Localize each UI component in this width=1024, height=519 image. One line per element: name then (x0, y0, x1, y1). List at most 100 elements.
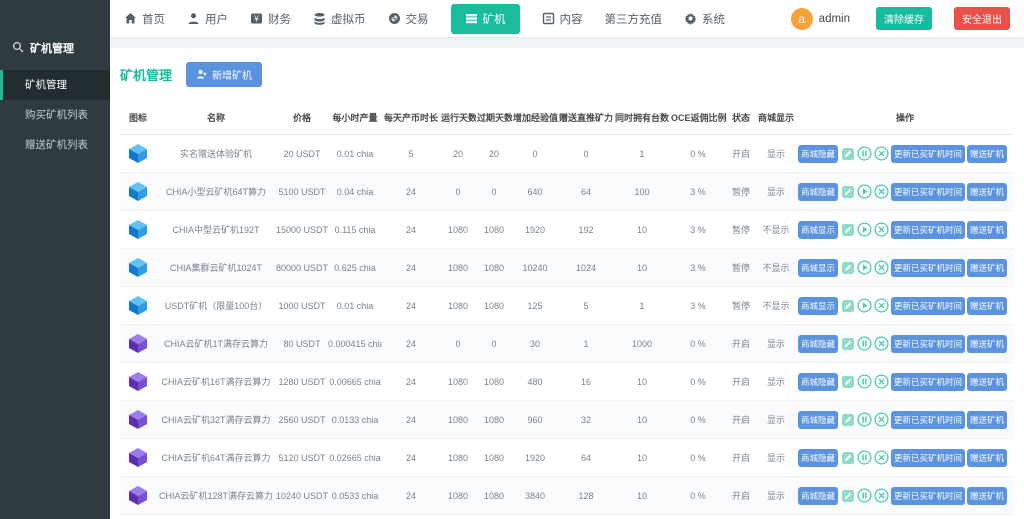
add-miner-button[interactable]: 新增矿机 (186, 62, 262, 87)
max-owned-count: 10 (614, 211, 670, 249)
mall-toggle-button[interactable]: 商城隐藏 (798, 373, 838, 391)
edit-icon[interactable] (840, 260, 855, 275)
nav-item-users[interactable]: 用户 (187, 11, 228, 27)
mall-toggle-button[interactable]: 商城隐藏 (798, 411, 838, 429)
pause-button[interactable] (857, 450, 872, 465)
update-bought-time-button[interactable]: 更新已买矿机时间 (891, 411, 965, 429)
sidebar-item-2[interactable]: 赠送矿机列表 (0, 130, 110, 160)
update-bought-time-button[interactable]: 更新已买矿机时间 (891, 145, 965, 163)
play-button[interactable] (857, 184, 872, 199)
miner-table-body: 实名赠送体验矿机 20 USDT 0.01 chia 5 20 20 0 0 1… (120, 135, 1014, 519)
miner-price: 1000 USDT (276, 287, 328, 325)
edit-icon[interactable] (840, 450, 855, 465)
play-button[interactable] (857, 222, 872, 237)
daily-mining-hours: 24 (382, 211, 440, 249)
table-row: CHIA云矿机1T满存云算力 80 USDT 0.000415 chia 24 … (120, 325, 1014, 363)
sidebar-item-0[interactable]: 矿机管理 (0, 70, 110, 100)
nav-item-finance[interactable]: ¥ 财务 (250, 11, 291, 27)
mall-toggle-button[interactable]: 商城隐藏 (798, 335, 838, 353)
edit-icon[interactable] (840, 336, 855, 351)
gift-miner-button[interactable]: 赠送矿机 (967, 411, 1007, 429)
gift-miner-button[interactable]: 赠送矿机 (967, 145, 1007, 163)
gift-miner-button[interactable]: 赠送矿机 (967, 449, 1007, 467)
delete-icon[interactable] (874, 450, 889, 465)
gift-miner-button[interactable]: 赠送矿机 (967, 183, 1007, 201)
edit-icon[interactable] (840, 184, 855, 199)
max-owned-count: 10 (614, 363, 670, 401)
update-bought-time-button[interactable]: 更新已买矿机时间 (891, 373, 965, 391)
mall-toggle-button[interactable]: 商城隐藏 (798, 145, 838, 163)
run-days: 1080 (440, 211, 476, 249)
nav-item-home[interactable]: 首页 (124, 11, 165, 27)
miner-price: 80000 USDT (276, 249, 328, 287)
pause-button[interactable] (857, 412, 872, 427)
edit-icon[interactable] (840, 374, 855, 389)
column-header-9: 同时拥有台数 (614, 101, 670, 135)
expire-days: 1080 (476, 287, 512, 325)
mall-toggle-button[interactable]: 商城显示 (798, 259, 838, 277)
edit-icon[interactable] (840, 488, 855, 503)
run-days: 0 (440, 173, 476, 211)
mall-toggle-button[interactable]: 商城显示 (798, 297, 838, 315)
sidebar-menu: 矿机管理购买矿机列表赠送矿机列表 (0, 70, 110, 160)
pause-button[interactable] (857, 146, 872, 161)
mall-toggle-button[interactable]: 商城隐藏 (798, 183, 838, 201)
update-bought-time-button[interactable]: 更新已买矿机时间 (891, 259, 965, 277)
sidebar-header-label: 矿机管理 (30, 40, 74, 56)
sidebar-item-1[interactable]: 购买矿机列表 (0, 100, 110, 130)
update-bought-time-button[interactable]: 更新已买矿机时间 (891, 297, 965, 315)
expire-days: 1080 (476, 363, 512, 401)
nav-item-trade[interactable]: 交易 (388, 11, 429, 27)
update-bought-time-button[interactable]: 更新已买矿机时间 (891, 183, 965, 201)
gift-miner-button[interactable]: 赠送矿机 (967, 373, 1007, 391)
play-button[interactable] (857, 260, 872, 275)
user-chip[interactable]: a admin (791, 8, 854, 30)
pause-button[interactable] (857, 336, 872, 351)
edit-icon[interactable] (840, 298, 855, 313)
nav-label: 财务 (268, 11, 291, 27)
delete-icon[interactable] (874, 412, 889, 427)
edit-icon[interactable] (840, 222, 855, 237)
nav-item-miners[interactable]: 矿机 (451, 4, 520, 34)
delete-icon[interactable] (874, 222, 889, 237)
gift-miner-button[interactable]: 赠送矿机 (967, 297, 1007, 315)
pause-button[interactable] (857, 488, 872, 503)
column-header-4: 每天产币时长 (382, 101, 440, 135)
nav-item-content[interactable]: 内容 (542, 11, 583, 27)
logout-button[interactable]: 安全退出 (954, 7, 1010, 30)
hourly-output: 0.02665 chia (328, 439, 382, 477)
mall-toggle-button[interactable]: 商城隐藏 (798, 449, 838, 467)
delete-icon[interactable] (874, 374, 889, 389)
nav-item-virtual-coin[interactable]: 虚拟币 (313, 11, 366, 27)
mall-toggle-button[interactable]: 商城隐藏 (798, 487, 838, 505)
username: admin (819, 13, 850, 25)
mall-toggle-button[interactable]: 商城显示 (798, 221, 838, 239)
daily-mining-hours: 24 (382, 515, 440, 519)
delete-icon[interactable] (874, 184, 889, 199)
delete-icon[interactable] (874, 488, 889, 503)
nav-item-system[interactable]: 系统 (684, 11, 725, 27)
update-bought-time-button[interactable]: 更新已买矿机时间 (891, 487, 965, 505)
gift-miner-button[interactable]: 赠送矿机 (967, 487, 1007, 505)
delete-icon[interactable] (874, 298, 889, 313)
machine-icon (125, 181, 151, 203)
pause-button[interactable] (857, 374, 872, 389)
nav-item-third-party-recharge[interactable]: 第三方充值 (605, 11, 663, 27)
update-bought-time-button[interactable]: 更新已买矿机时间 (891, 221, 965, 239)
delete-icon[interactable] (874, 260, 889, 275)
column-header-1: 名称 (156, 101, 276, 135)
update-bought-time-button[interactable]: 更新已买矿机时间 (891, 449, 965, 467)
gift-miner-button[interactable]: 赠送矿机 (967, 259, 1007, 277)
expire-days: 0 (476, 173, 512, 211)
status-text: 暂停 (726, 173, 756, 211)
gift-miner-button[interactable]: 赠送矿机 (967, 221, 1007, 239)
play-button[interactable] (857, 298, 872, 313)
delete-icon[interactable] (874, 146, 889, 161)
update-bought-time-button[interactable]: 更新已买矿机时间 (891, 335, 965, 353)
column-header-2: 价格 (276, 101, 328, 135)
delete-icon[interactable] (874, 336, 889, 351)
clear-cache-button[interactable]: 清除缓存 (876, 7, 932, 30)
edit-icon[interactable] (840, 146, 855, 161)
gift-miner-button[interactable]: 赠送矿机 (967, 335, 1007, 353)
edit-icon[interactable] (840, 412, 855, 427)
